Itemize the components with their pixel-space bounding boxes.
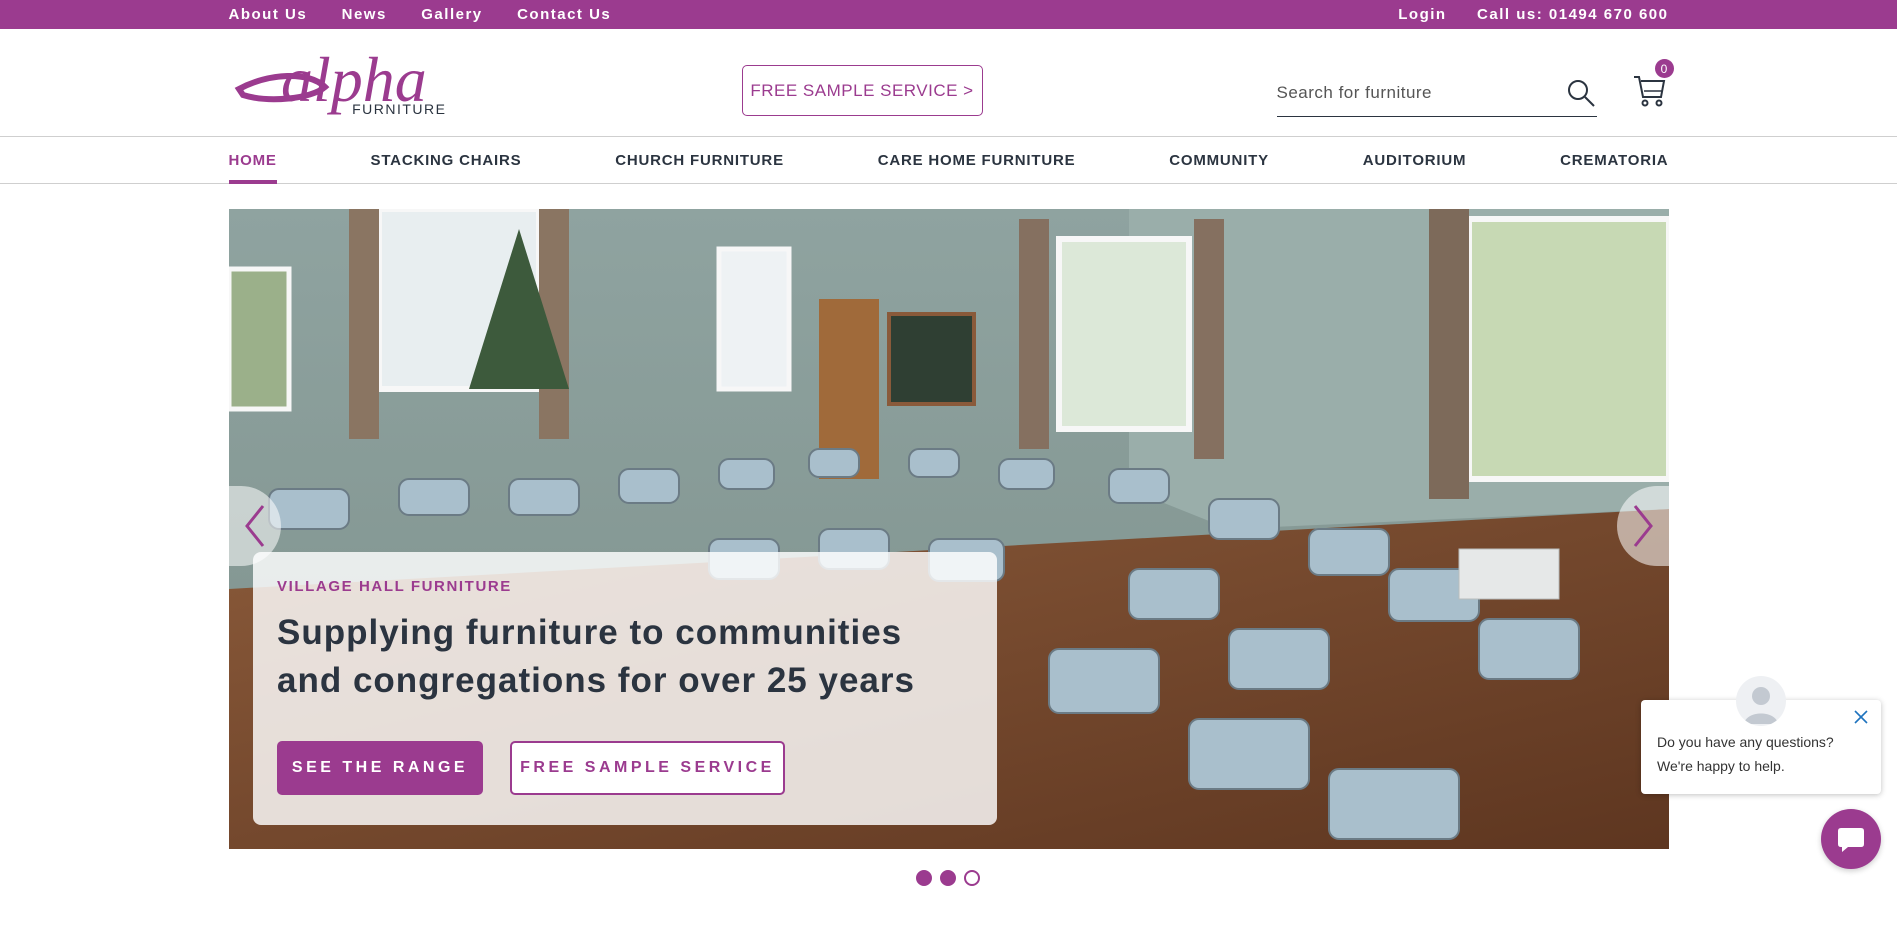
- search-input[interactable]: [1276, 73, 1547, 113]
- nav-crematoria[interactable]: CREMATORIA: [1560, 137, 1668, 184]
- hero-heading-line2: and congregations for over 25 years: [277, 661, 915, 700]
- person-icon: [1744, 687, 1778, 724]
- phone-link[interactable]: Call us: 01494 670 600: [1477, 6, 1668, 23]
- top-link-about[interactable]: About Us: [229, 6, 308, 23]
- site-header: alpha FURNITURE FREE SAMPLE SERVICE > 0: [0, 29, 1897, 137]
- slider-dot-2[interactable]: [940, 870, 956, 886]
- slider-dot-3[interactable]: [964, 870, 980, 886]
- login-link[interactable]: Login: [1398, 6, 1446, 23]
- top-bar: About Us News Gallery Contact Us Login C…: [0, 0, 1897, 29]
- main-nav: HOME STACKING CHAIRS CHURCH FURNITURE CA…: [0, 137, 1897, 184]
- cart-count-badge: 0: [1654, 59, 1674, 78]
- free-sample-hero-button[interactable]: FREE SAMPLE SERVICE: [510, 741, 785, 795]
- nav-stacking-chairs[interactable]: STACKING CHAIRS: [371, 137, 522, 184]
- chat-bubble-icon: [1838, 828, 1864, 852]
- free-sample-header-button[interactable]: FREE SAMPLE SERVICE >: [741, 65, 983, 116]
- see-the-range-button[interactable]: SEE THE RANGE: [277, 741, 483, 795]
- nav-care-home-furniture[interactable]: CARE HOME FURNITURE: [878, 137, 1076, 184]
- logo-furniture-label: FURNITURE: [352, 101, 447, 117]
- chevron-left-icon: [245, 505, 265, 547]
- search-icon[interactable]: [1565, 77, 1597, 109]
- chat-avatar: [1736, 676, 1786, 726]
- hero-caption: VILLAGE HALL FURNITURE Supplying furnitu…: [253, 552, 997, 825]
- nav-community[interactable]: COMMUNITY: [1169, 137, 1269, 184]
- nav-home[interactable]: HOME: [228, 137, 277, 184]
- hero-slider: VILLAGE HALL FURNITURE Supplying furnitu…: [229, 209, 1669, 849]
- hero-buttons: SEE THE RANGE FREE SAMPLE SERVICE: [277, 741, 973, 795]
- slider-dot-1[interactable]: [916, 870, 932, 886]
- alpha-logo[interactable]: alpha FURNITURE: [229, 43, 449, 123]
- chat-launcher-button[interactable]: [1821, 809, 1881, 869]
- hero-heading-line1: Supplying furniture to communities: [277, 613, 903, 652]
- hero-heading: Supplying furniture to communities and c…: [277, 609, 973, 705]
- chat-message-line1: Do you have any questions?: [1657, 734, 1834, 750]
- top-right: Login Call us: 01494 670 600: [1372, 6, 1668, 24]
- chevron-right-icon: [1633, 505, 1653, 547]
- top-link-news[interactable]: News: [342, 6, 387, 23]
- top-links: About Us News Gallery Contact Us: [229, 6, 642, 24]
- nav-church-furniture[interactable]: CHURCH FURNITURE: [615, 137, 784, 184]
- slider-dots: [916, 870, 980, 886]
- top-link-contact[interactable]: Contact Us: [517, 6, 611, 23]
- top-link-gallery[interactable]: Gallery: [421, 6, 482, 23]
- chat-close-icon[interactable]: [1852, 708, 1870, 726]
- nav-auditorium[interactable]: AUDITORIUM: [1363, 137, 1467, 184]
- cart-button[interactable]: 0: [1632, 59, 1674, 113]
- chat-message-line2: We're happy to help.: [1657, 758, 1785, 774]
- hero-eyebrow: VILLAGE HALL FURNITURE: [277, 578, 512, 595]
- search-box: [1276, 73, 1597, 117]
